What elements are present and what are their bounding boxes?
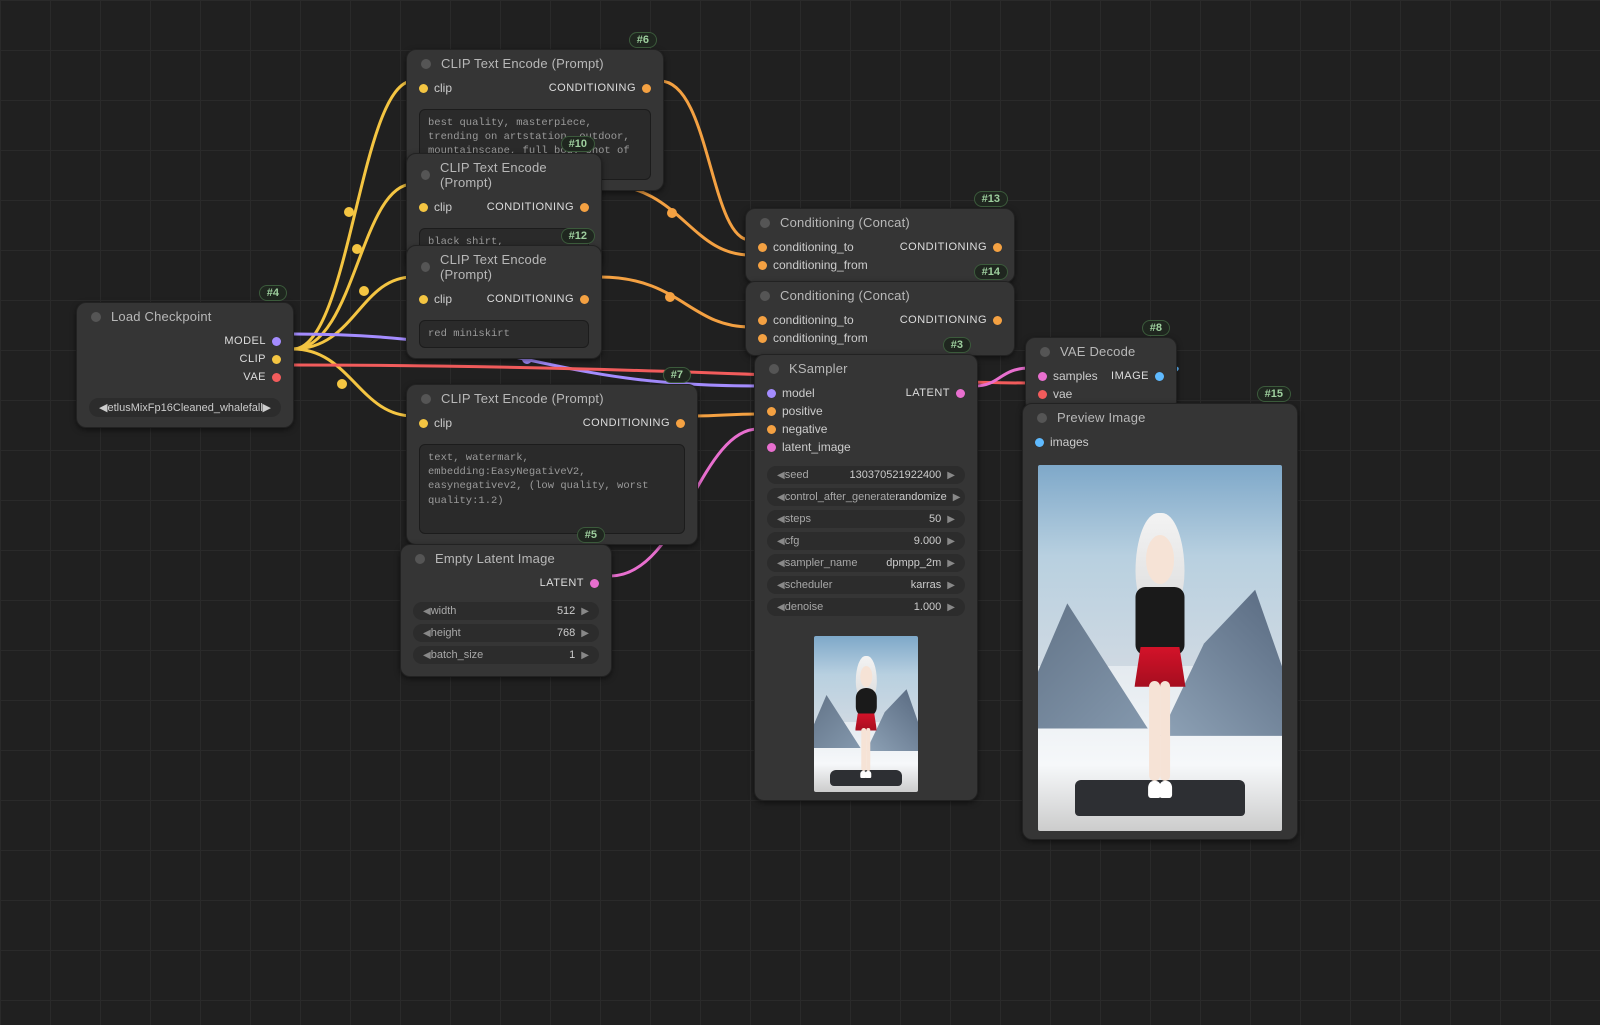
collapse-dot-icon[interactable] — [415, 554, 425, 564]
node-badge: #7 — [663, 367, 691, 383]
node-badge: #12 — [561, 228, 595, 244]
prompt-text[interactable]: red miniskirt — [419, 320, 589, 348]
input-conditioning-from[interactable]: conditioning_from — [773, 331, 868, 345]
node-badge: #13 — [974, 191, 1008, 207]
input-positive[interactable]: positive — [782, 404, 823, 418]
collapse-dot-icon[interactable] — [421, 170, 430, 180]
input-clip[interactable]: clip — [434, 292, 452, 306]
input-images[interactable]: images — [1050, 435, 1089, 449]
input-clip[interactable]: clip — [434, 81, 452, 95]
node-ksampler[interactable]: #3 KSampler model LATENT positive negati… — [754, 354, 978, 801]
chevron-right-icon: ▶ — [263, 401, 271, 414]
input-clip[interactable]: clip — [434, 200, 452, 214]
input-negative[interactable]: negative — [782, 422, 827, 436]
input-conditioning-to[interactable]: conditioning_to — [773, 313, 854, 327]
ckpt-name-combo[interactable]: ◀ etlusMixFp16Cleaned_whalefall2.safeten… — [89, 398, 281, 417]
input-vae[interactable]: vae — [1053, 387, 1072, 401]
output-image[interactable]: IMAGE — [1111, 370, 1149, 382]
node-title: Conditioning (Concat) — [780, 288, 910, 303]
collapse-dot-icon[interactable] — [91, 312, 101, 322]
output-conditioning[interactable]: CONDITIONING — [487, 293, 574, 305]
control-after-generate-widget[interactable]: ◀control_after_generaterandomize▶ — [767, 488, 965, 506]
node-badge: #8 — [1142, 320, 1170, 336]
node-title: Load Checkpoint — [111, 309, 212, 324]
output-vae[interactable]: VAE — [243, 371, 266, 383]
node-title: Conditioning (Concat) — [780, 215, 910, 230]
collapse-dot-icon[interactable] — [1037, 413, 1047, 423]
node-title: Preview Image — [1057, 410, 1146, 425]
node-badge: #5 — [577, 527, 605, 543]
node-badge: #3 — [943, 337, 971, 353]
chevron-left-icon: ◀ — [99, 401, 107, 414]
node-badge: #14 — [974, 264, 1008, 280]
node-preview-image[interactable]: #15 Preview Image images — [1022, 403, 1298, 840]
input-conditioning-from[interactable]: conditioning_from — [773, 258, 868, 272]
node-clip-text-encode-12[interactable]: #12 CLIP Text Encode (Prompt) clip CONDI… — [406, 245, 602, 359]
collapse-dot-icon[interactable] — [760, 218, 770, 228]
node-title: Empty Latent Image — [435, 551, 555, 566]
node-vae-decode[interactable]: #8 VAE Decode samples IMAGE vae — [1025, 337, 1177, 412]
node-title: VAE Decode — [1060, 344, 1135, 359]
input-clip[interactable]: clip — [434, 416, 452, 430]
node-badge: #6 — [629, 32, 657, 48]
cfg-widget[interactable]: ◀cfg9.000▶ — [767, 532, 965, 550]
collapse-dot-icon[interactable] — [1040, 347, 1050, 357]
collapse-dot-icon[interactable] — [760, 291, 770, 301]
node-title: CLIP Text Encode (Prompt) — [440, 252, 587, 282]
sampler-name-widget[interactable]: ◀sampler_namedpmpp_2m▶ — [767, 554, 965, 572]
scheduler-widget[interactable]: ◀schedulerkarras▶ — [767, 576, 965, 594]
node-header[interactable]: Load Checkpoint — [77, 303, 293, 330]
prompt-text[interactable]: text, watermark, embedding:EasyNegativeV… — [419, 444, 685, 534]
collapse-dot-icon[interactable] — [421, 394, 431, 404]
ksampler-preview-thumbnail — [814, 636, 918, 792]
node-conditioning-concat-14[interactable]: #14 Conditioning (Concat) conditioning_t… — [745, 281, 1015, 356]
collapse-dot-icon[interactable] — [769, 364, 779, 374]
output-conditioning[interactable]: CONDITIONING — [549, 82, 636, 94]
node-title: CLIP Text Encode (Prompt) — [441, 56, 604, 71]
output-conditioning[interactable]: CONDITIONING — [487, 201, 574, 213]
input-latent-image[interactable]: latent_image — [782, 440, 851, 454]
node-badge: #10 — [561, 136, 595, 152]
output-conditioning[interactable]: CONDITIONING — [900, 241, 987, 253]
node-title: CLIP Text Encode (Prompt) — [441, 391, 604, 406]
node-badge: #15 — [1257, 386, 1291, 402]
ckpt-name-value: etlusMixFp16Cleaned_whalefall2.safetenso… — [107, 402, 262, 414]
collapse-dot-icon[interactable] — [421, 262, 430, 272]
steps-widget[interactable]: ◀steps50▶ — [767, 510, 965, 528]
input-conditioning-to[interactable]: conditioning_to — [773, 240, 854, 254]
output-latent[interactable]: LATENT — [540, 577, 584, 589]
node-title: CLIP Text Encode (Prompt) — [440, 160, 587, 190]
width-widget[interactable]: ◀width512▶ — [413, 602, 599, 620]
node-clip-text-encode-7[interactable]: #7 CLIP Text Encode (Prompt) clip CONDIT… — [406, 384, 698, 545]
seed-widget[interactable]: ◀seed130370521922400▶ — [767, 466, 965, 484]
denoise-widget[interactable]: ◀denoise1.000▶ — [767, 598, 965, 616]
input-model[interactable]: model — [782, 386, 815, 400]
node-title: KSampler — [789, 361, 848, 376]
output-clip[interactable]: CLIP — [240, 353, 266, 365]
height-widget[interactable]: ◀height768▶ — [413, 624, 599, 642]
batch-size-widget[interactable]: ◀batch_size1▶ — [413, 646, 599, 664]
node-load-checkpoint[interactable]: #4 Load Checkpoint MODEL CLIP VAE ◀ etlu… — [76, 302, 294, 428]
node-empty-latent-image[interactable]: #5 Empty Latent Image LATENT ◀width512▶ … — [400, 544, 612, 677]
output-latent[interactable]: LATENT — [906, 387, 950, 399]
output-conditioning[interactable]: CONDITIONING — [900, 314, 987, 326]
input-samples[interactable]: samples — [1053, 369, 1098, 383]
output-conditioning[interactable]: CONDITIONING — [583, 417, 670, 429]
output-model[interactable]: MODEL — [224, 335, 266, 347]
collapse-dot-icon[interactable] — [421, 59, 431, 69]
preview-output-image[interactable] — [1038, 465, 1282, 831]
node-badge: #4 — [259, 285, 287, 301]
